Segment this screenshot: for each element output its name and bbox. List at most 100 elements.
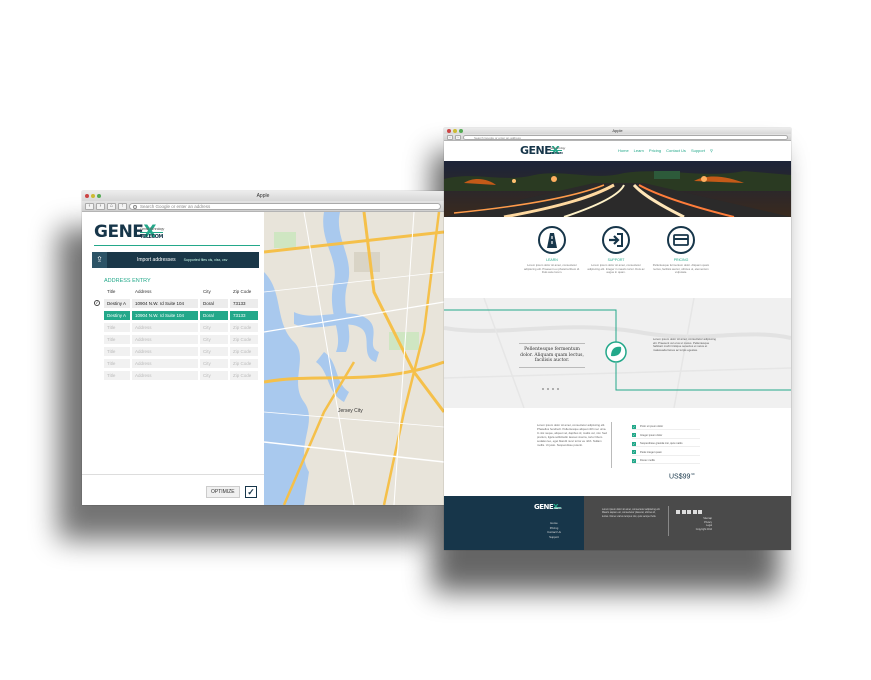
youtube-icon: [692, 510, 697, 514]
address-rows: ✓ Destiny A 10904 N.W. rd Suite 104 Doral 73…: [92, 299, 260, 380]
pricing-section: Lorem ipsum dolor sit amet, consectetur …: [444, 412, 791, 496]
checklist-label: Integer ipsum dolor: [640, 433, 663, 437]
import-addresses-button[interactable]: ⇪ Import addresses Supported files xls, …: [92, 252, 259, 268]
footer-link[interactable]: Support: [540, 535, 568, 540]
row-city-field[interactable]: City: [200, 323, 228, 332]
row-address-field[interactable]: 10904 N.W. rd Suite 104: [132, 311, 198, 320]
browser-toolbar: ‹ › Search Google or enter an address: [444, 134, 791, 141]
table-row[interactable]: Title Address City Zip Code: [92, 359, 260, 368]
row-title-field[interactable]: Destiny A: [104, 311, 130, 320]
import-label: Import addresses: [137, 257, 176, 263]
logo-text: GENE: [520, 144, 552, 157]
row-zip-field[interactable]: 73133: [230, 299, 258, 308]
checklist-item: ✓ Integer ipsum dolor: [632, 433, 700, 439]
row-city-field[interactable]: City: [200, 371, 228, 380]
address-bar[interactable]: Search Google or enter an address: [463, 134, 788, 140]
table-row[interactable]: ✓ Destiny A 10904 N.W. rd Suite 104 Doral 73…: [92, 299, 260, 308]
table-row[interactable]: Title Address City Zip Code: [92, 335, 260, 344]
table-row[interactable]: Destiny A 10904 N.W. rd Suite 104 Doral 731…: [92, 311, 260, 320]
feature-support[interactable]: SUPPORT Lorem ipsum dolor sit amet, cons…: [586, 226, 646, 275]
row-zip-field[interactable]: Zip Code: [230, 359, 258, 368]
checkbox-icon[interactable]: ✓: [245, 486, 257, 498]
nav-pricing[interactable]: Pricing: [649, 148, 661, 153]
map-view[interactable]: Jersey City: [264, 212, 444, 505]
logo-telecom: TELECOM: [550, 150, 563, 155]
section-text: Lorem ipsum dolor sit amet, consectetur …: [653, 337, 716, 352]
social-icons[interactable]: [676, 510, 702, 514]
row-title-field[interactable]: Title: [104, 323, 130, 332]
table-row[interactable]: Title Address City Zip Code: [92, 323, 260, 332]
price-main: US$99: [669, 473, 691, 481]
row-title-field[interactable]: Title: [104, 347, 130, 356]
checklist-label: Pede integer quam: [640, 450, 662, 454]
table-row[interactable]: Title Address City Zip Code: [92, 347, 260, 356]
column-header: Zip Code: [233, 289, 252, 294]
feature-pricing[interactable]: PRICING Pellentesque fermentum dolor. Al…: [651, 226, 711, 275]
feature-label: SUPPORT: [607, 258, 625, 262]
site-footer: GENEX TELECOM Home Pricing Contact Us Suppo…: [444, 496, 791, 550]
row-address-field[interactable]: Address: [132, 335, 198, 344]
back-button[interactable]: ‹: [447, 134, 453, 140]
nav-support[interactable]: Support: [691, 148, 705, 153]
table-row[interactable]: Title Address City Zip Code: [92, 371, 260, 380]
feature-learn[interactable]: LEARN Lorem ipsum dolor sit amet, consec…: [522, 226, 582, 275]
testimonial-quote: Pellentesque fermentum dolor. Aliquam qu…: [519, 343, 585, 368]
feature-label: PRICING: [673, 258, 689, 262]
check-icon: ✓: [632, 433, 636, 438]
row-address-field[interactable]: Address: [132, 359, 198, 368]
twitter-icon: [681, 510, 686, 514]
row-zip-field[interactable]: Zip Code: [230, 371, 258, 380]
feature-label: LEARN: [546, 258, 558, 262]
row-check-icon[interactable]: ✓: [94, 300, 100, 306]
row-address-field[interactable]: Address: [132, 347, 198, 356]
row-title-field[interactable]: Destiny A: [104, 299, 130, 308]
row-address-field[interactable]: Address: [132, 323, 198, 332]
nav-learn[interactable]: Learn: [634, 148, 644, 153]
row-zip-field[interactable]: Zip Code: [230, 335, 258, 344]
back-button[interactable]: ‹: [85, 202, 94, 210]
column-header: Address: [135, 289, 152, 294]
checklist-label: Donec mollis: [640, 459, 655, 463]
window-controls[interactable]: [85, 194, 101, 198]
row-title-field[interactable]: Title: [104, 359, 130, 368]
search-icon[interactable]: ⚲: [710, 148, 713, 153]
nav-home[interactable]: Home: [618, 148, 629, 153]
share-icon[interactable]: ↑: [118, 202, 127, 210]
search-icon: [133, 204, 137, 209]
row-title-field[interactable]: Title: [104, 335, 130, 344]
carousel-dots[interactable]: [542, 388, 559, 390]
map-background: [444, 298, 791, 408]
row-zip-field[interactable]: Zip Code: [230, 347, 258, 356]
address-bar-placeholder: Search Google or enter an address: [140, 203, 211, 209]
row-zip-field[interactable]: Zip Code: [230, 323, 258, 332]
row-city-field[interactable]: Doral: [200, 299, 228, 308]
row-city-field[interactable]: City: [200, 359, 228, 368]
footer-meta: Sitemap Privacy Legal Copyright 2014: [676, 517, 712, 531]
optimize-button[interactable]: OPTIMIZE: [206, 486, 240, 498]
row-city-field[interactable]: Doral: [200, 311, 228, 320]
features-section: LEARN Lorem ipsum dolor sit amet, consec…: [444, 226, 791, 296]
facebook-icon: [676, 510, 680, 514]
address-table: Title Address City Zip Code ✓ Destiny A 10…: [92, 287, 260, 383]
forward-button[interactable]: ›: [455, 134, 461, 140]
credit-card-icon: [667, 226, 695, 254]
row-title-field[interactable]: Title: [104, 371, 130, 380]
genex-logo: GENEX Genex Technology TELECOM: [94, 222, 164, 242]
nav-contact[interactable]: Contact Us: [666, 148, 686, 153]
upload-icon: ⇪: [92, 252, 107, 268]
row-address-field[interactable]: 10904 N.W. rd Suite 104: [132, 299, 198, 308]
row-zip-field[interactable]: 73133: [230, 311, 258, 320]
forward-button[interactable]: ›: [96, 202, 105, 210]
address-bar[interactable]: Search Google or enter an address: [129, 202, 441, 210]
footer-meta-line[interactable]: Copyright 2014: [676, 528, 712, 532]
feature-text: Lorem ipsum dolor sit amet, consectetur …: [524, 263, 580, 274]
window-controls[interactable]: [447, 129, 463, 133]
check-icon: ✓: [632, 450, 636, 455]
home-icon[interactable]: ⌂: [107, 202, 116, 210]
price-label: US$99.99: [669, 472, 695, 480]
row-address-field[interactable]: Address: [132, 371, 198, 380]
composition-stage: Apple ‹ › ⌂ ↑ Search Google or enter an …: [0, 0, 871, 680]
row-city-field[interactable]: City: [200, 335, 228, 344]
genex-logo[interactable]: GENEX Genex Technology TELECOM: [520, 144, 565, 157]
row-city-field[interactable]: City: [200, 347, 228, 356]
